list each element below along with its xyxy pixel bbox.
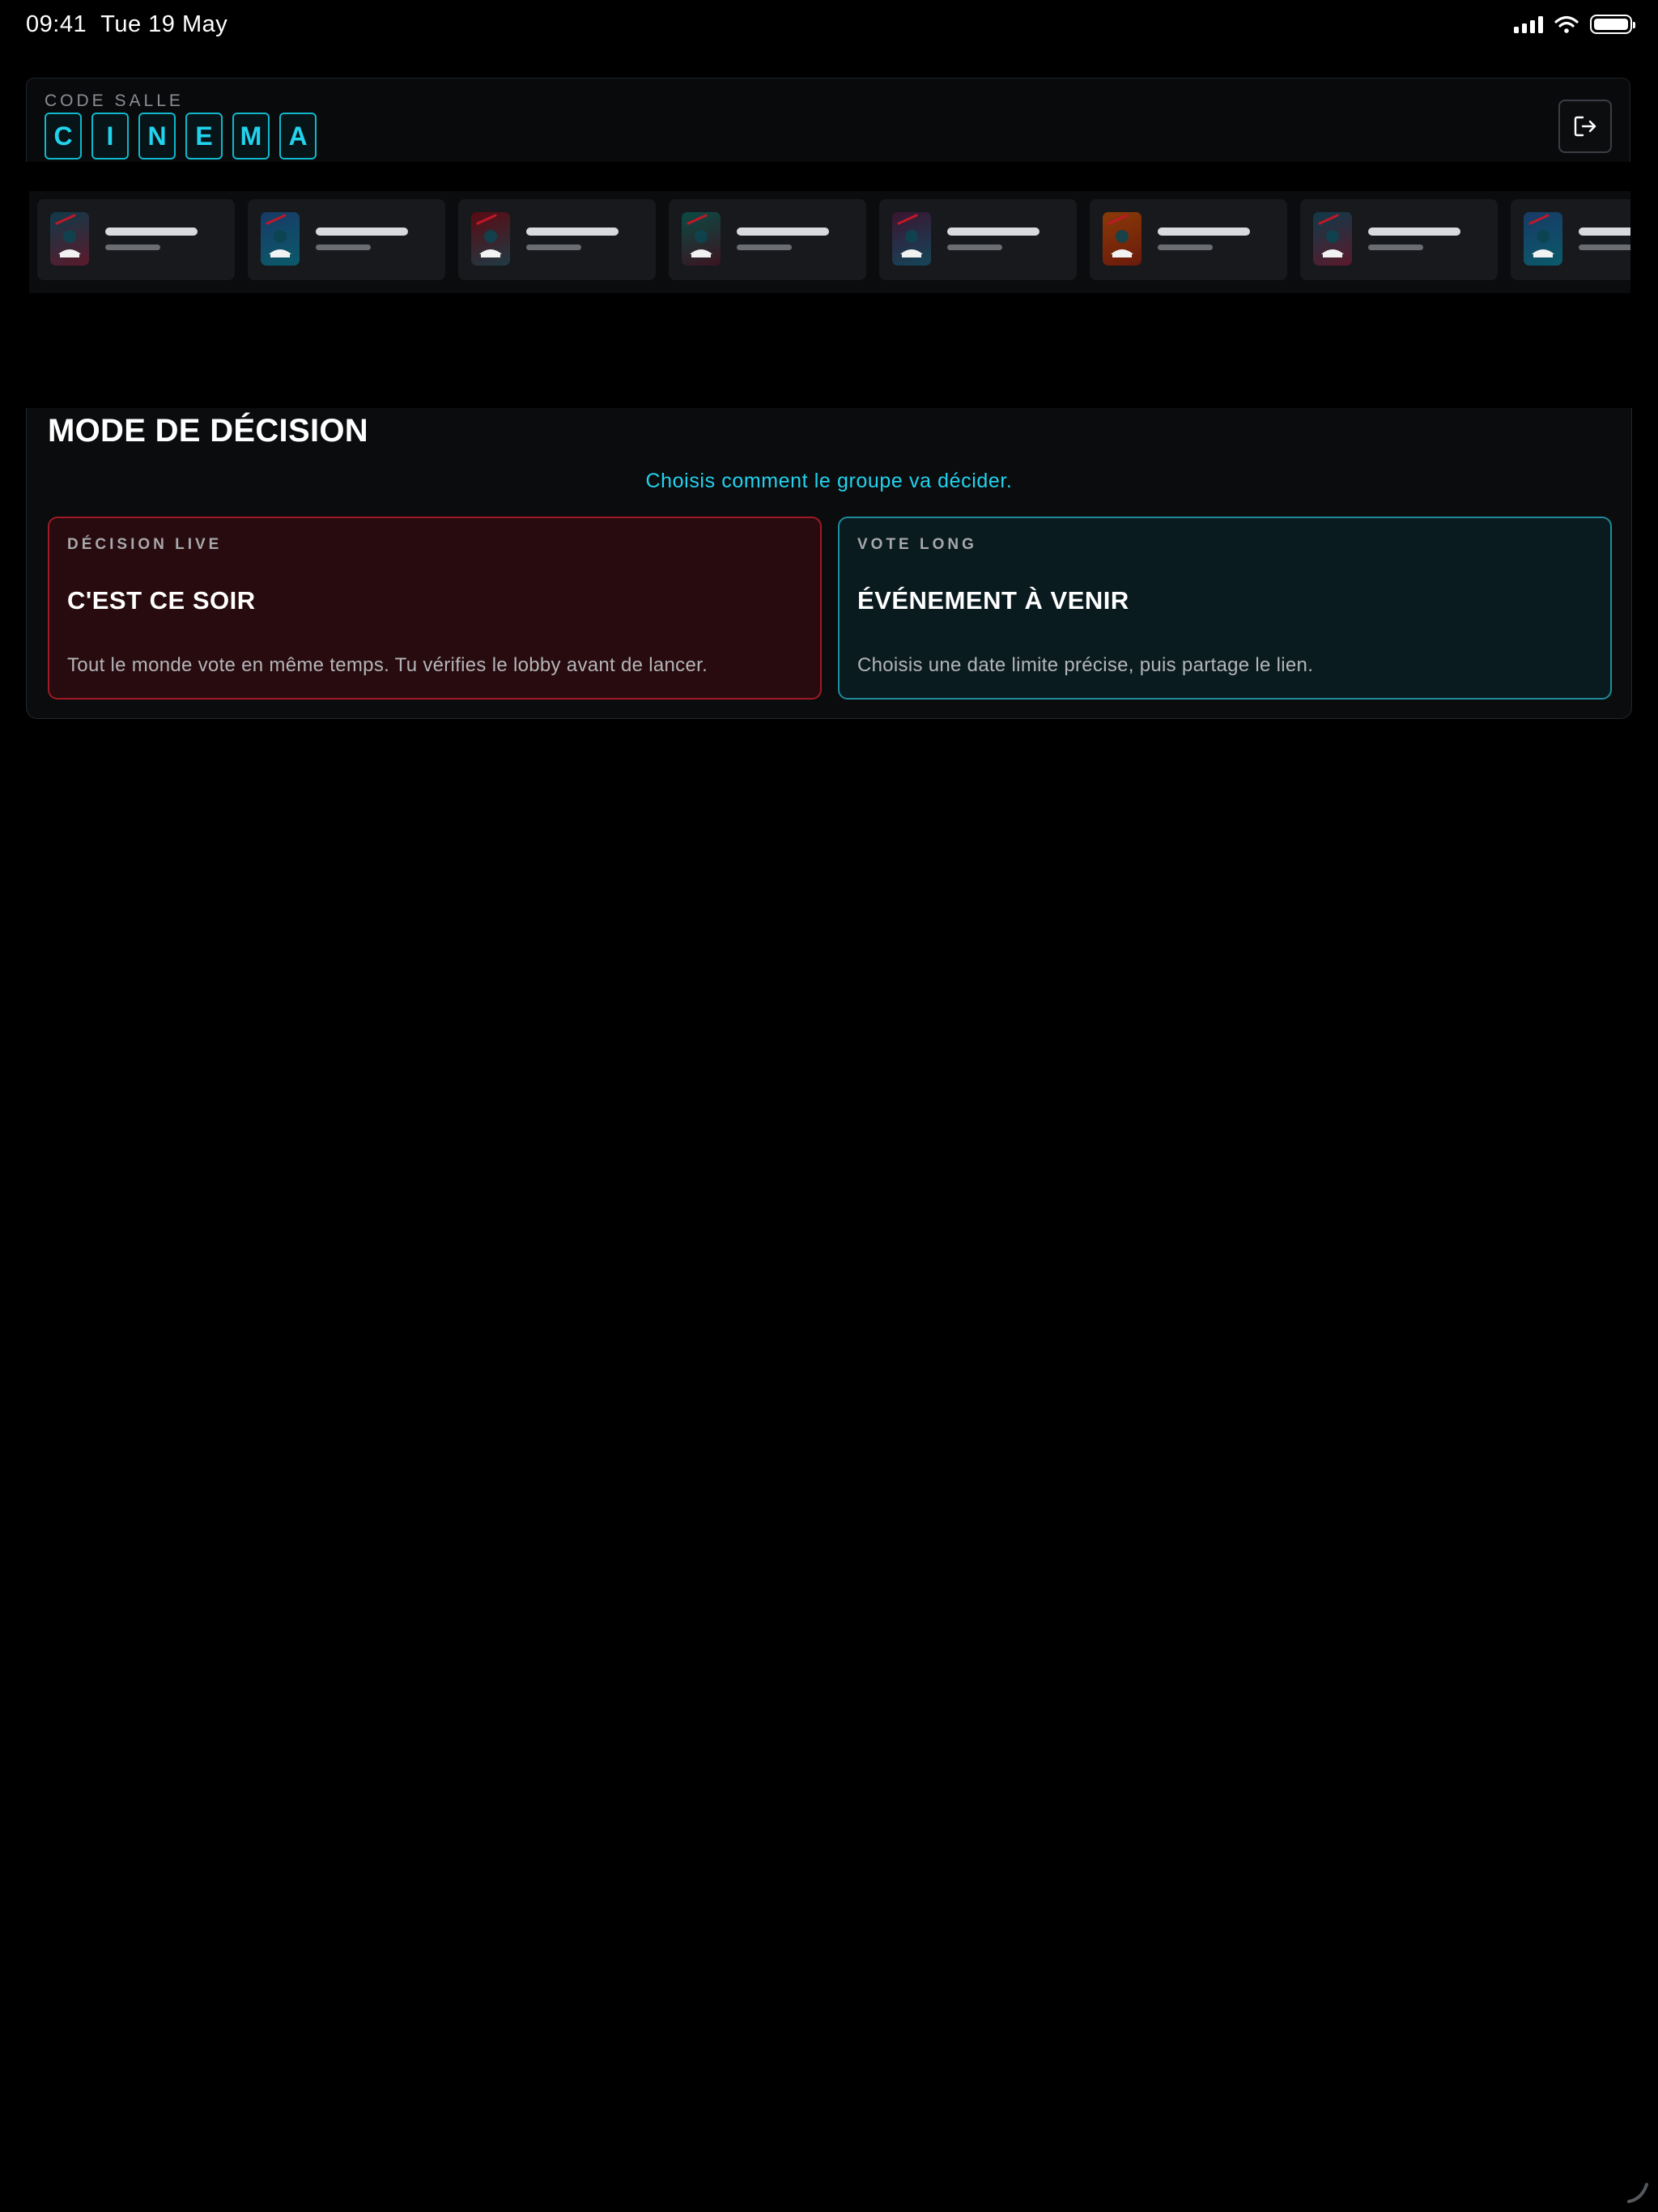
movie-title-placeholder xyxy=(737,228,829,236)
movie-card[interactable] xyxy=(37,199,235,280)
mode-kicker: DÉCISION LIVE xyxy=(67,536,223,553)
movie-title-placeholder xyxy=(316,228,408,236)
cellular-signal-icon xyxy=(1514,15,1543,33)
status-bar: 09:41 Tue 19 May xyxy=(0,0,1658,52)
movie-poster xyxy=(1313,212,1352,266)
room-code-letter: A xyxy=(279,113,317,160)
movie-card[interactable] xyxy=(1090,199,1287,280)
movie-meta-placeholder xyxy=(105,245,160,250)
carousel-track xyxy=(37,199,1630,280)
movie-meta-placeholder xyxy=(316,245,371,250)
movie-meta-placeholder xyxy=(526,245,581,250)
decision-title: MODE DE DÉCISION xyxy=(48,413,368,449)
movie-title-placeholder xyxy=(1579,228,1630,236)
movie-card[interactable] xyxy=(248,199,445,280)
movie-card[interactable] xyxy=(1300,199,1498,280)
room-code-letter: E xyxy=(185,113,223,160)
movie-card[interactable] xyxy=(879,199,1077,280)
movie-title-placeholder xyxy=(526,228,619,236)
mode-card-live[interactable]: DÉCISION LIVE C'EST CE SOIR Tout le mond… xyxy=(48,517,822,700)
movie-meta-placeholder xyxy=(1579,245,1630,250)
room-code-label: CODE SALLE xyxy=(45,91,184,110)
status-time: 09:41 Tue 19 May xyxy=(26,11,227,38)
movie-title-placeholder xyxy=(947,228,1039,236)
room-code-letter: N xyxy=(138,113,176,160)
room-header: CODE SALLE C I N E M A xyxy=(26,78,1630,162)
movie-poster xyxy=(261,212,300,266)
movie-poster xyxy=(892,212,931,266)
wifi-icon xyxy=(1554,15,1579,33)
mode-description: Choisis une date limite précise, puis pa… xyxy=(857,654,1314,676)
room-code-letter: M xyxy=(232,113,270,160)
logout-icon xyxy=(1574,116,1596,137)
mode-description: Tout le monde vote en même temps. Tu vér… xyxy=(67,654,708,676)
room-code: C I N E M A xyxy=(45,113,317,160)
movie-poster xyxy=(1524,212,1562,266)
movie-meta-placeholder xyxy=(737,245,792,250)
mode-card-long[interactable]: VOTE LONG ÉVÉNEMENT À VENIR Choisis une … xyxy=(838,517,1612,700)
movie-title-placeholder xyxy=(105,228,198,236)
status-date: Tue 19 May xyxy=(100,11,228,37)
mode-title: C'EST CE SOIR xyxy=(67,586,256,615)
logout-button[interactable] xyxy=(1558,100,1612,153)
status-indicators xyxy=(1514,15,1635,34)
status-clock: 09:41 xyxy=(26,11,87,37)
movie-card[interactable] xyxy=(669,199,866,280)
room-code-letter: I xyxy=(91,113,129,160)
movie-title-placeholder xyxy=(1158,228,1250,236)
battery-icon xyxy=(1590,15,1635,34)
movie-carousel[interactable] xyxy=(29,191,1630,293)
movie-meta-placeholder xyxy=(1368,245,1423,250)
movie-title-placeholder xyxy=(1368,228,1460,236)
decision-subtitle: Choisis comment le groupe va décider. xyxy=(645,470,1013,492)
decision-mode-panel: MODE DE DÉCISION Choisis comment le grou… xyxy=(26,408,1632,719)
movie-meta-placeholder xyxy=(1158,245,1213,250)
resize-handle-icon[interactable] xyxy=(1626,2180,1650,2204)
movie-card[interactable] xyxy=(1511,199,1630,280)
movie-poster xyxy=(1103,212,1141,266)
movie-poster xyxy=(682,212,721,266)
room-code-letter: C xyxy=(45,113,82,160)
mode-kicker: VOTE LONG xyxy=(857,536,977,553)
movie-poster xyxy=(50,212,89,266)
mode-title: ÉVÉNEMENT À VENIR xyxy=(857,586,1129,615)
movie-meta-placeholder xyxy=(947,245,1002,250)
movie-poster xyxy=(471,212,510,266)
movie-card[interactable] xyxy=(458,199,656,280)
